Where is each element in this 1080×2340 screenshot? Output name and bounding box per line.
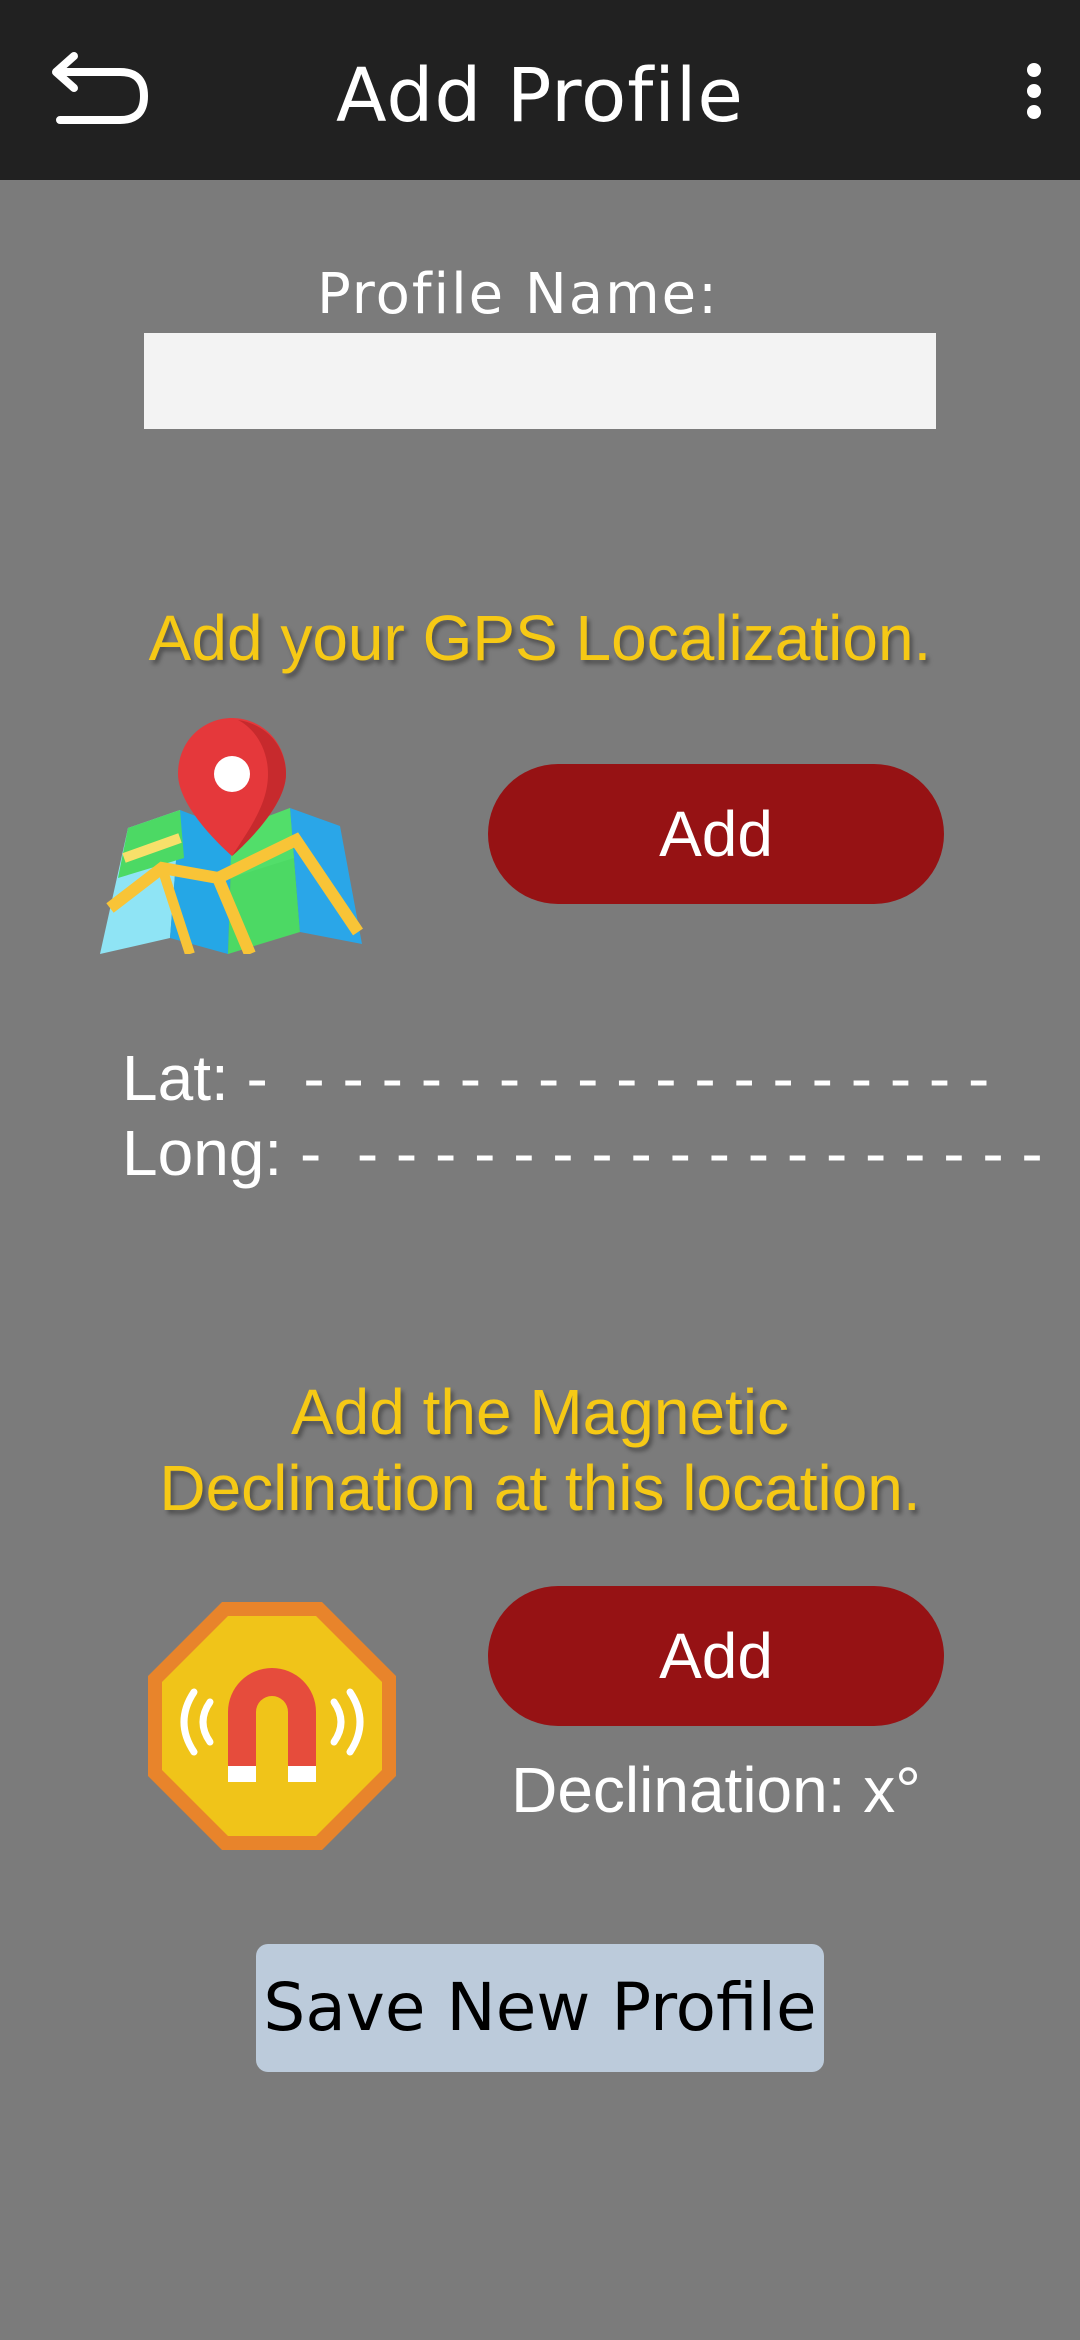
add-declination-button[interactable]: Add bbox=[488, 1586, 944, 1726]
more-vertical-icon-dot bbox=[1027, 105, 1041, 119]
more-vertical-icon-dot bbox=[1027, 84, 1041, 98]
overflow-menu-button[interactable] bbox=[990, 40, 1080, 140]
app-bar: Add Profile bbox=[0, 0, 1080, 180]
more-vertical-icon bbox=[1027, 63, 1041, 77]
profile-name-input[interactable] bbox=[144, 333, 936, 429]
magnet-icon bbox=[148, 1602, 396, 1850]
add-profile-screen: Add Profile Profile Name: Add your GPS L… bbox=[0, 0, 1080, 2340]
page-title: Add Profile bbox=[336, 53, 744, 139]
magnetic-declination-heading: Add the Magnetic Declination at this loc… bbox=[0, 1374, 1080, 1526]
magnetic-heading-line2: Declination at this location. bbox=[159, 1452, 921, 1524]
longitude-text: Long: - - - - - - - - - - - - - - - - - … bbox=[122, 1117, 1043, 1189]
declination-text: Declination: x° bbox=[511, 1754, 921, 1826]
latitude-text: Lat: - - - - - - - - - - - - - - - - - -… bbox=[122, 1042, 990, 1114]
map-pin-icon bbox=[100, 718, 364, 957]
save-profile-button[interactable]: Save New Profile bbox=[256, 1944, 824, 2072]
magnetic-heading-line1: Add the Magnetic bbox=[290, 1376, 790, 1448]
add-gps-button[interactable]: Add bbox=[488, 764, 944, 904]
gps-heading: Add your GPS Localization. bbox=[148, 602, 932, 674]
profile-name-label: Profile Name: bbox=[316, 262, 719, 327]
